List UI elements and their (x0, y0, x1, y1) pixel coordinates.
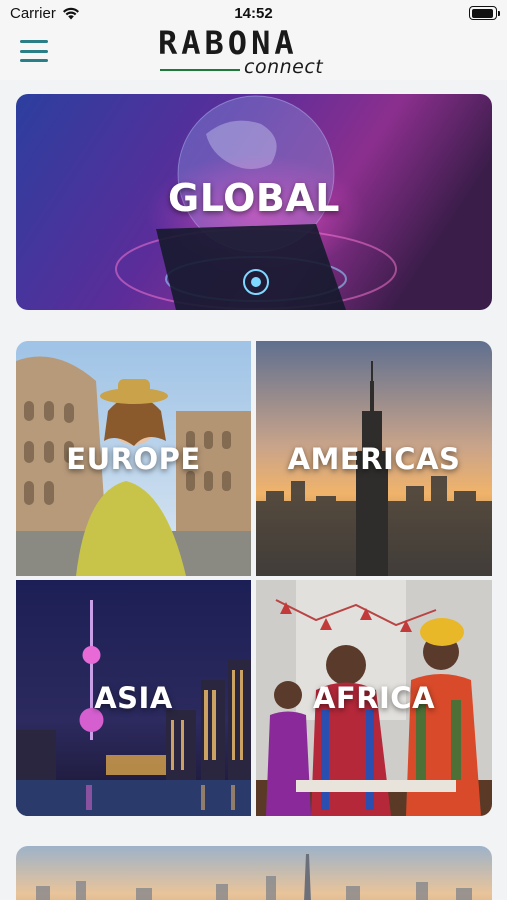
hamburger-icon[interactable] (20, 40, 48, 62)
region-label-europe: EUROPE (66, 441, 201, 476)
app-header: RABONA connect (0, 26, 507, 80)
app-logo: RABONA connect (158, 24, 348, 78)
clock: 14:52 (234, 5, 273, 22)
region-tile-asia[interactable]: ASIA (16, 580, 251, 816)
logo-sub-text: connect (244, 56, 324, 78)
battery-level (471, 8, 494, 18)
battery-icon (469, 6, 500, 20)
region-tile-global[interactable]: GLOBAL (16, 94, 492, 310)
logo-main-text: RABONA (158, 24, 298, 62)
region-tile-europe[interactable]: EUROPE (16, 341, 251, 576)
status-bar: Carrier 14:52 (0, 0, 507, 26)
region-tile-africa[interactable]: AFRICA (256, 580, 492, 816)
region-label-asia: ASIA (94, 681, 173, 715)
region-label-africa: AFRICA (312, 681, 436, 715)
region-label-americas: AMERICAS (287, 441, 461, 476)
region-label-global: GLOBAL (168, 175, 340, 220)
logo-underline (160, 69, 240, 71)
region-tile-next[interactable] (16, 846, 492, 900)
next-region-background-image (16, 846, 492, 900)
region-tile-americas[interactable]: AMERICAS (256, 341, 492, 576)
